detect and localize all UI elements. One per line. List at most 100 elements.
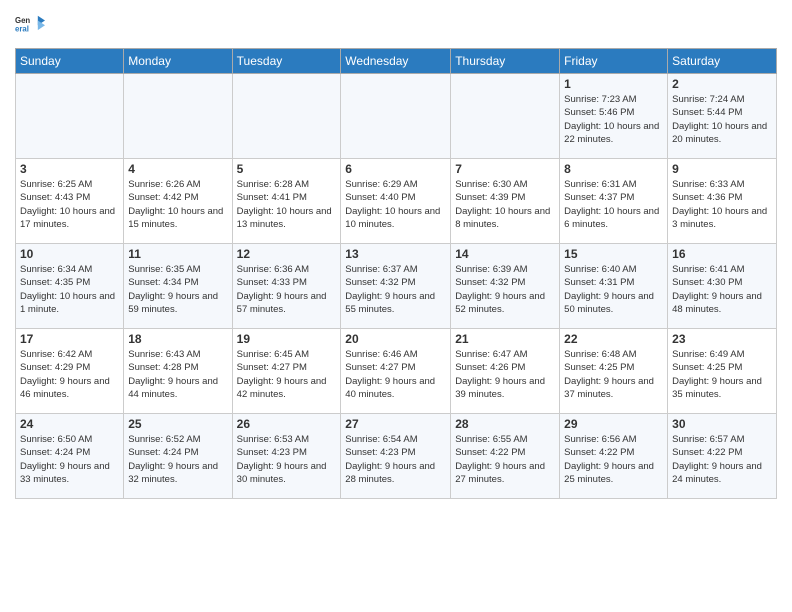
day-number: 30 — [672, 417, 772, 431]
svg-text:Gen: Gen — [15, 16, 30, 25]
day-number: 26 — [237, 417, 337, 431]
day-cell-13: 13 Sunrise: 6:37 AM Sunset: 4:32 PM Dayli… — [341, 244, 451, 329]
day-info: Sunrise: 6:34 AM Sunset: 4:35 PM Dayligh… — [20, 263, 119, 316]
day-info: Sunrise: 6:41 AM Sunset: 4:30 PM Dayligh… — [672, 263, 772, 316]
day-number: 18 — [128, 332, 227, 346]
day-number: 2 — [672, 77, 772, 91]
day-number: 28 — [455, 417, 555, 431]
day-cell-18: 18Sunrise: 6:43 AM Sunset: 4:28 PM Dayli… — [124, 329, 232, 414]
week-row-2: 3 Sunrise: 6:25 AM Sunset: 4:43 PM Daylig… — [16, 159, 777, 244]
empty-cell — [341, 74, 451, 159]
day-cell-20: 20Sunrise: 6:46 AM Sunset: 4:27 PM Dayli… — [341, 329, 451, 414]
day-cell-16: 16Sunrise: 6:41 AM Sunset: 4:30 PM Dayli… — [668, 244, 777, 329]
day-number: 5 — [237, 162, 337, 176]
weekday-sunday: Sunday — [16, 49, 124, 74]
day-number: 21 — [455, 332, 555, 346]
empty-cell — [124, 74, 232, 159]
svg-text:eral: eral — [15, 24, 29, 33]
day-cell-25: 25Sunrise: 6:52 AM Sunset: 4:24 PM Dayli… — [124, 414, 232, 499]
week-row-3: 10 Sunrise: 6:34 AM Sunset: 4:35 PM Dayli… — [16, 244, 777, 329]
day-cell-2: 2 Sunrise: 7:24 AM Sunset: 5:44 PM Daylig… — [668, 74, 777, 159]
day-cell-8: 8 Sunrise: 6:31 AM Sunset: 4:37 PM Daylig… — [560, 159, 668, 244]
day-cell-27: 27 Sunrise: 6:54 AM Sunset: 4:23 PM Dayli… — [341, 414, 451, 499]
day-number: 29 — [564, 417, 663, 431]
empty-cell — [451, 74, 560, 159]
weekday-wednesday: Wednesday — [341, 49, 451, 74]
day-number: 13 — [345, 247, 446, 261]
day-number: 1 — [564, 77, 663, 91]
day-number: 6 — [345, 162, 446, 176]
day-info: Sunrise: 6:26 AM Sunset: 4:42 PM Dayligh… — [128, 178, 227, 231]
day-info: Sunrise: 7:23 AM Sunset: 5:46 PM Dayligh… — [564, 93, 663, 146]
day-cell-12: 12 Sunrise: 6:36 AM Sunset: 4:33 PM Dayli… — [232, 244, 341, 329]
logo-icon: Gen eral — [15, 10, 45, 40]
day-number: 4 — [128, 162, 227, 176]
day-info: Sunrise: 6:55 AM Sunset: 4:22 PM Dayligh… — [455, 433, 555, 486]
weekday-saturday: Saturday — [668, 49, 777, 74]
empty-cell — [232, 74, 341, 159]
weekday-monday: Monday — [124, 49, 232, 74]
day-info: Sunrise: 6:56 AM Sunset: 4:22 PM Dayligh… — [564, 433, 663, 486]
day-cell-7: 7 Sunrise: 6:30 AM Sunset: 4:39 PM Daylig… — [451, 159, 560, 244]
day-cell-24: 24 Sunrise: 6:50 AM Sunset: 4:24 PM Dayli… — [16, 414, 124, 499]
day-number: 19 — [237, 332, 337, 346]
header: Gen eral — [15, 10, 777, 40]
day-number: 23 — [672, 332, 772, 346]
day-number: 25 — [128, 417, 227, 431]
day-info: Sunrise: 6:57 AM Sunset: 4:22 PM Dayligh… — [672, 433, 772, 486]
day-number: 11 — [128, 247, 227, 261]
day-info: Sunrise: 6:50 AM Sunset: 4:24 PM Dayligh… — [20, 433, 119, 486]
day-info: Sunrise: 6:25 AM Sunset: 4:43 PM Dayligh… — [20, 178, 119, 231]
calendar-table: SundayMondayTuesdayWednesdayThursdayFrid… — [15, 48, 777, 499]
weekday-friday: Friday — [560, 49, 668, 74]
day-cell-22: 22 Sunrise: 6:48 AM Sunset: 4:25 PM Dayli… — [560, 329, 668, 414]
day-info: Sunrise: 6:28 AM Sunset: 4:41 PM Dayligh… — [237, 178, 337, 231]
weekday-tuesday: Tuesday — [232, 49, 341, 74]
day-number: 8 — [564, 162, 663, 176]
day-info: Sunrise: 7:24 AM Sunset: 5:44 PM Dayligh… — [672, 93, 772, 146]
day-info: Sunrise: 6:45 AM Sunset: 4:27 PM Dayligh… — [237, 348, 337, 401]
day-number: 10 — [20, 247, 119, 261]
day-info: Sunrise: 6:47 AM Sunset: 4:26 PM Dayligh… — [455, 348, 555, 401]
day-number: 22 — [564, 332, 663, 346]
day-info: Sunrise: 6:36 AM Sunset: 4:33 PM Dayligh… — [237, 263, 337, 316]
day-number: 12 — [237, 247, 337, 261]
day-info: Sunrise: 6:30 AM Sunset: 4:39 PM Dayligh… — [455, 178, 555, 231]
day-number: 24 — [20, 417, 119, 431]
day-info: Sunrise: 6:54 AM Sunset: 4:23 PM Dayligh… — [345, 433, 446, 486]
day-info: Sunrise: 6:49 AM Sunset: 4:25 PM Dayligh… — [672, 348, 772, 401]
day-cell-6: 6 Sunrise: 6:29 AM Sunset: 4:40 PM Daylig… — [341, 159, 451, 244]
day-info: Sunrise: 6:40 AM Sunset: 4:31 PM Dayligh… — [564, 263, 663, 316]
day-number: 17 — [20, 332, 119, 346]
day-info: Sunrise: 6:31 AM Sunset: 4:37 PM Dayligh… — [564, 178, 663, 231]
day-cell-19: 19 Sunrise: 6:45 AM Sunset: 4:27 PM Dayli… — [232, 329, 341, 414]
day-number: 3 — [20, 162, 119, 176]
day-info: Sunrise: 6:48 AM Sunset: 4:25 PM Dayligh… — [564, 348, 663, 401]
day-cell-21: 21 Sunrise: 6:47 AM Sunset: 4:26 PM Dayli… — [451, 329, 560, 414]
weekday-header-row: SundayMondayTuesdayWednesdayThursdayFrid… — [16, 49, 777, 74]
week-row-4: 17Sunrise: 6:42 AM Sunset: 4:29 PM Dayli… — [16, 329, 777, 414]
day-number: 9 — [672, 162, 772, 176]
week-row-1: 1 Sunrise: 7:23 AM Sunset: 5:46 PM Daylig… — [16, 74, 777, 159]
day-cell-4: 4 Sunrise: 6:26 AM Sunset: 4:42 PM Daylig… — [124, 159, 232, 244]
day-cell-5: 5 Sunrise: 6:28 AM Sunset: 4:41 PM Daylig… — [232, 159, 341, 244]
day-cell-23: 23 Sunrise: 6:49 AM Sunset: 4:25 PM Dayli… — [668, 329, 777, 414]
day-cell-10: 10 Sunrise: 6:34 AM Sunset: 4:35 PM Dayli… — [16, 244, 124, 329]
day-cell-26: 26Sunrise: 6:53 AM Sunset: 4:23 PM Dayli… — [232, 414, 341, 499]
day-cell-15: 15 Sunrise: 6:40 AM Sunset: 4:31 PM Dayli… — [560, 244, 668, 329]
day-info: Sunrise: 6:37 AM Sunset: 4:32 PM Dayligh… — [345, 263, 446, 316]
day-cell-14: 14Sunrise: 6:39 AM Sunset: 4:32 PM Dayli… — [451, 244, 560, 329]
day-cell-3: 3 Sunrise: 6:25 AM Sunset: 4:43 PM Daylig… — [16, 159, 124, 244]
day-cell-9: 9 Sunrise: 6:33 AM Sunset: 4:36 PM Daylig… — [668, 159, 777, 244]
day-cell-30: 30 Sunrise: 6:57 AM Sunset: 4:22 PM Dayli… — [668, 414, 777, 499]
day-number: 14 — [455, 247, 555, 261]
day-number: 27 — [345, 417, 446, 431]
day-cell-29: 29 Sunrise: 6:56 AM Sunset: 4:22 PM Dayli… — [560, 414, 668, 499]
day-number: 15 — [564, 247, 663, 261]
day-info: Sunrise: 6:35 AM Sunset: 4:34 PM Dayligh… — [128, 263, 227, 316]
day-info: Sunrise: 6:33 AM Sunset: 4:36 PM Dayligh… — [672, 178, 772, 231]
day-info: Sunrise: 6:29 AM Sunset: 4:40 PM Dayligh… — [345, 178, 446, 231]
day-info: Sunrise: 6:46 AM Sunset: 4:27 PM Dayligh… — [345, 348, 446, 401]
day-cell-28: 28 Sunrise: 6:55 AM Sunset: 4:22 PM Dayli… — [451, 414, 560, 499]
day-number: 7 — [455, 162, 555, 176]
